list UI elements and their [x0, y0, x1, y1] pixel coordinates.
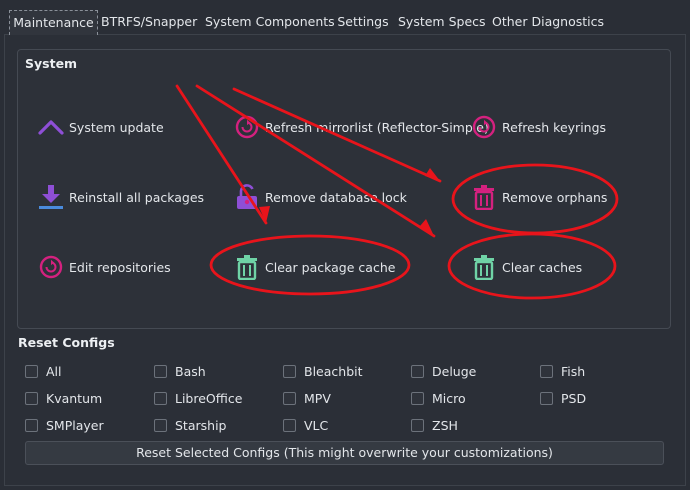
checkbox[interactable] — [25, 392, 38, 405]
config-checkbox-psd[interactable]: PSD — [540, 391, 586, 406]
checkbox-label: LibreOffice — [175, 391, 243, 406]
refresh-keyrings-label: Refresh keyrings — [502, 119, 607, 135]
config-checkbox-mpv[interactable]: MPV — [283, 391, 331, 406]
tab-other-diagnostics[interactable]: Other Diagnostics — [492, 10, 604, 34]
tab-bar: Maintenance BTRFS/Snapper System Compone… — [0, 0, 690, 44]
checkbox-label: Starship — [175, 418, 227, 433]
checkbox-label: All — [46, 364, 62, 379]
edit-repositories-button[interactable]: Edit repositories — [38, 251, 171, 283]
checkbox-label: VLC — [304, 418, 329, 433]
checkbox[interactable] — [25, 419, 38, 432]
tab-btrfs-snapper[interactable]: BTRFS/Snapper — [101, 10, 197, 34]
config-checkbox-micro[interactable]: Micro — [411, 391, 466, 406]
reinstall-all-packages-label: Reinstall all packages — [69, 189, 205, 205]
checkbox-label: Kvantum — [46, 391, 103, 406]
checkbox[interactable] — [411, 419, 424, 432]
config-checkbox-deluge[interactable]: Deluge — [411, 364, 476, 379]
config-checkbox-starship[interactable]: Starship — [154, 418, 226, 433]
config-checkbox-all[interactable]: All — [25, 364, 62, 379]
checkbox[interactable] — [283, 392, 296, 405]
config-checkbox-zsh[interactable]: ZSH — [411, 418, 458, 433]
config-checkbox-kvantum[interactable]: Kvantum — [25, 391, 102, 406]
checkbox-label: MPV — [304, 391, 331, 406]
checkbox[interactable] — [540, 392, 553, 405]
clear-package-cache-button[interactable]: Clear package cache — [234, 251, 395, 283]
remove-orphans-button[interactable]: Remove orphans — [471, 181, 607, 213]
checkbox[interactable] — [283, 419, 296, 432]
checkbox[interactable] — [154, 365, 167, 378]
checkbox[interactable] — [25, 365, 38, 378]
config-checkbox-fish[interactable]: Fish — [540, 364, 585, 379]
edit-repositories-label: Edit repositories — [69, 259, 171, 275]
refresh-keyrings-button[interactable]: Refresh keyrings — [471, 111, 606, 143]
reset-selected-configs-button[interactable]: Reset Selected Configs (This might overw… — [25, 441, 664, 465]
tab-system-components[interactable]: System Components — [205, 10, 335, 34]
refresh-mirrorlist-label: Refresh mirrorlist (Reflector-Simple) — [265, 119, 489, 135]
config-checkbox-bash[interactable]: Bash — [154, 364, 206, 379]
trash-icon — [471, 254, 497, 280]
system-update-label: System update — [69, 119, 164, 135]
checkbox[interactable] — [154, 419, 167, 432]
clear-caches-button[interactable]: Clear caches — [471, 251, 582, 283]
config-checkbox-vlc[interactable]: VLC — [283, 418, 328, 433]
refresh-icon — [38, 254, 64, 280]
checkbox[interactable] — [411, 365, 424, 378]
tab-maintenance[interactable]: Maintenance — [9, 10, 98, 35]
remove-database-lock-label: Remove database lock — [265, 189, 407, 205]
reinstall-all-packages-button[interactable]: Reinstall all packages — [38, 181, 204, 213]
checkbox-label: Deluge — [432, 364, 477, 379]
refresh-mirrorlist-button[interactable]: Refresh mirrorlist (Reflector-Simple) — [234, 111, 489, 143]
tab-system-specs[interactable]: System Specs — [398, 10, 486, 34]
download-icon — [38, 184, 64, 210]
checkbox-label: Bleachbit — [304, 364, 363, 379]
system-update-button[interactable]: System update — [38, 111, 164, 143]
checkbox[interactable] — [154, 392, 167, 405]
tab-settings[interactable]: Settings — [335, 10, 391, 34]
trash-icon — [234, 254, 260, 280]
refresh-icon — [471, 114, 497, 140]
system-group-title: System — [25, 56, 78, 71]
checkbox[interactable] — [411, 392, 424, 405]
config-checkbox-bleachbit[interactable]: Bleachbit — [283, 364, 363, 379]
checkbox-label: Micro — [432, 391, 466, 406]
checkbox-label: SMPlayer — [46, 418, 104, 433]
checkbox-label: Fish — [561, 364, 586, 379]
config-checkbox-libreoffice[interactable]: LibreOffice — [154, 391, 242, 406]
checkbox[interactable] — [283, 365, 296, 378]
checkbox[interactable] — [540, 365, 553, 378]
refresh-icon — [234, 114, 260, 140]
trash-icon — [471, 184, 497, 210]
checkbox-label: PSD — [561, 391, 587, 406]
reset-configs-title: Reset Configs — [18, 335, 115, 350]
clear-caches-label: Clear caches — [502, 259, 583, 275]
chevron-up-icon — [38, 114, 64, 140]
remove-database-lock-button[interactable]: Remove database lock — [234, 181, 407, 213]
checkbox-label: Bash — [175, 364, 206, 379]
remove-orphans-label: Remove orphans — [502, 189, 608, 205]
checkbox-label: ZSH — [432, 418, 458, 433]
config-checkbox-smplayer[interactable]: SMPlayer — [25, 418, 104, 433]
unlock-icon — [234, 184, 260, 210]
clear-package-cache-label: Clear package cache — [265, 259, 396, 275]
